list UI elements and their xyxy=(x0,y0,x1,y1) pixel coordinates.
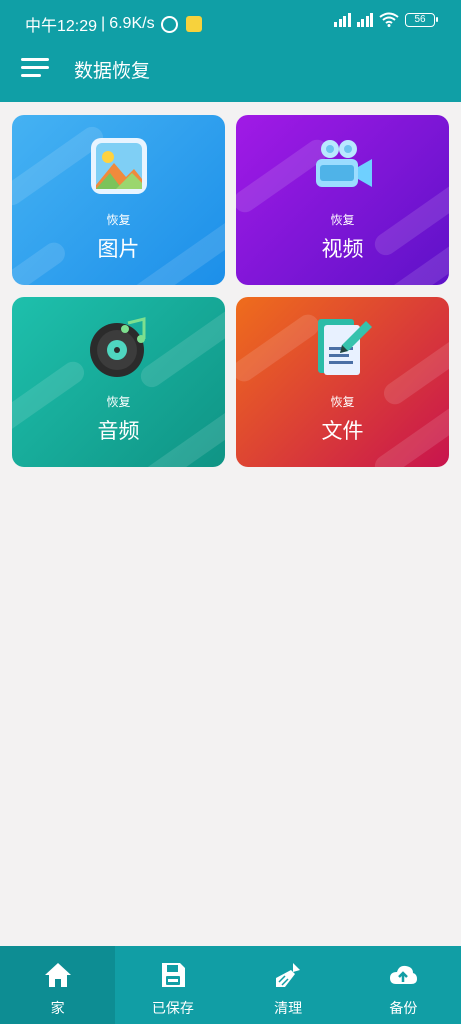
status-bar: 中午12:29 | 6.9K/s 56 xyxy=(0,0,461,42)
signal-icon-2 xyxy=(356,12,373,27)
card-title: 音频 xyxy=(97,419,140,443)
recover-files-card[interactable]: 恢复 文件 xyxy=(236,297,449,467)
nav-label: 备份 xyxy=(389,1001,418,1017)
card-title: 文件 xyxy=(321,419,364,443)
hamburger-menu-icon[interactable] xyxy=(21,58,49,78)
bottom-navigation: 家 已保存 清理 备份 xyxy=(0,946,461,1024)
recover-video-card[interactable]: 恢复 视频 xyxy=(236,115,449,285)
music-disc-icon xyxy=(89,317,145,377)
card-title: 图片 xyxy=(97,237,140,261)
signal-icon xyxy=(334,12,351,27)
status-time: 中午12:29 xyxy=(25,18,98,35)
card-subtitle: 恢复 xyxy=(106,395,131,409)
recover-audio-card[interactable]: 恢复 音频 xyxy=(12,297,225,467)
card-title: 视频 xyxy=(321,237,364,261)
nav-item-saved[interactable]: 已保存 xyxy=(115,946,230,1024)
document-edit-icon xyxy=(317,319,372,375)
nav-label: 家 xyxy=(50,1001,65,1017)
wifi-icon xyxy=(379,12,399,27)
card-subtitle: 恢复 xyxy=(330,395,355,409)
status-right: 56 xyxy=(334,12,438,27)
broom-icon xyxy=(276,963,301,987)
card-subtitle: 恢复 xyxy=(106,213,131,227)
app-header: 中午12:29 | 6.9K/s 56 数据恢复 xyxy=(0,0,461,102)
card-subtitle: 恢复 xyxy=(330,213,355,227)
alarm-icon xyxy=(160,15,178,33)
save-disk-icon xyxy=(161,963,185,987)
nav-item-backup[interactable]: 备份 xyxy=(346,946,461,1024)
battery-icon: 56 xyxy=(405,12,438,27)
nav-item-clean[interactable]: 清理 xyxy=(231,946,346,1024)
page-title: 数据恢复 xyxy=(74,60,151,82)
battery-level: 56 xyxy=(414,13,426,25)
home-icon xyxy=(44,963,71,987)
video-camera-icon xyxy=(315,140,372,187)
photo-gallery-icon xyxy=(90,138,147,194)
cloud-upload-icon xyxy=(390,965,418,984)
recover-photos-card[interactable]: 恢复 图片 xyxy=(12,115,225,285)
status-separator: | xyxy=(101,15,106,32)
nav-label: 已保存 xyxy=(151,1001,194,1017)
status-net-speed: 6.9K/s xyxy=(109,15,155,32)
nav-label: 清理 xyxy=(274,1001,303,1017)
status-left: 中午12:29 | 6.9K/s xyxy=(25,12,202,36)
nav-item-home[interactable]: 家 xyxy=(0,946,116,1024)
notification-badge-icon xyxy=(185,16,202,32)
